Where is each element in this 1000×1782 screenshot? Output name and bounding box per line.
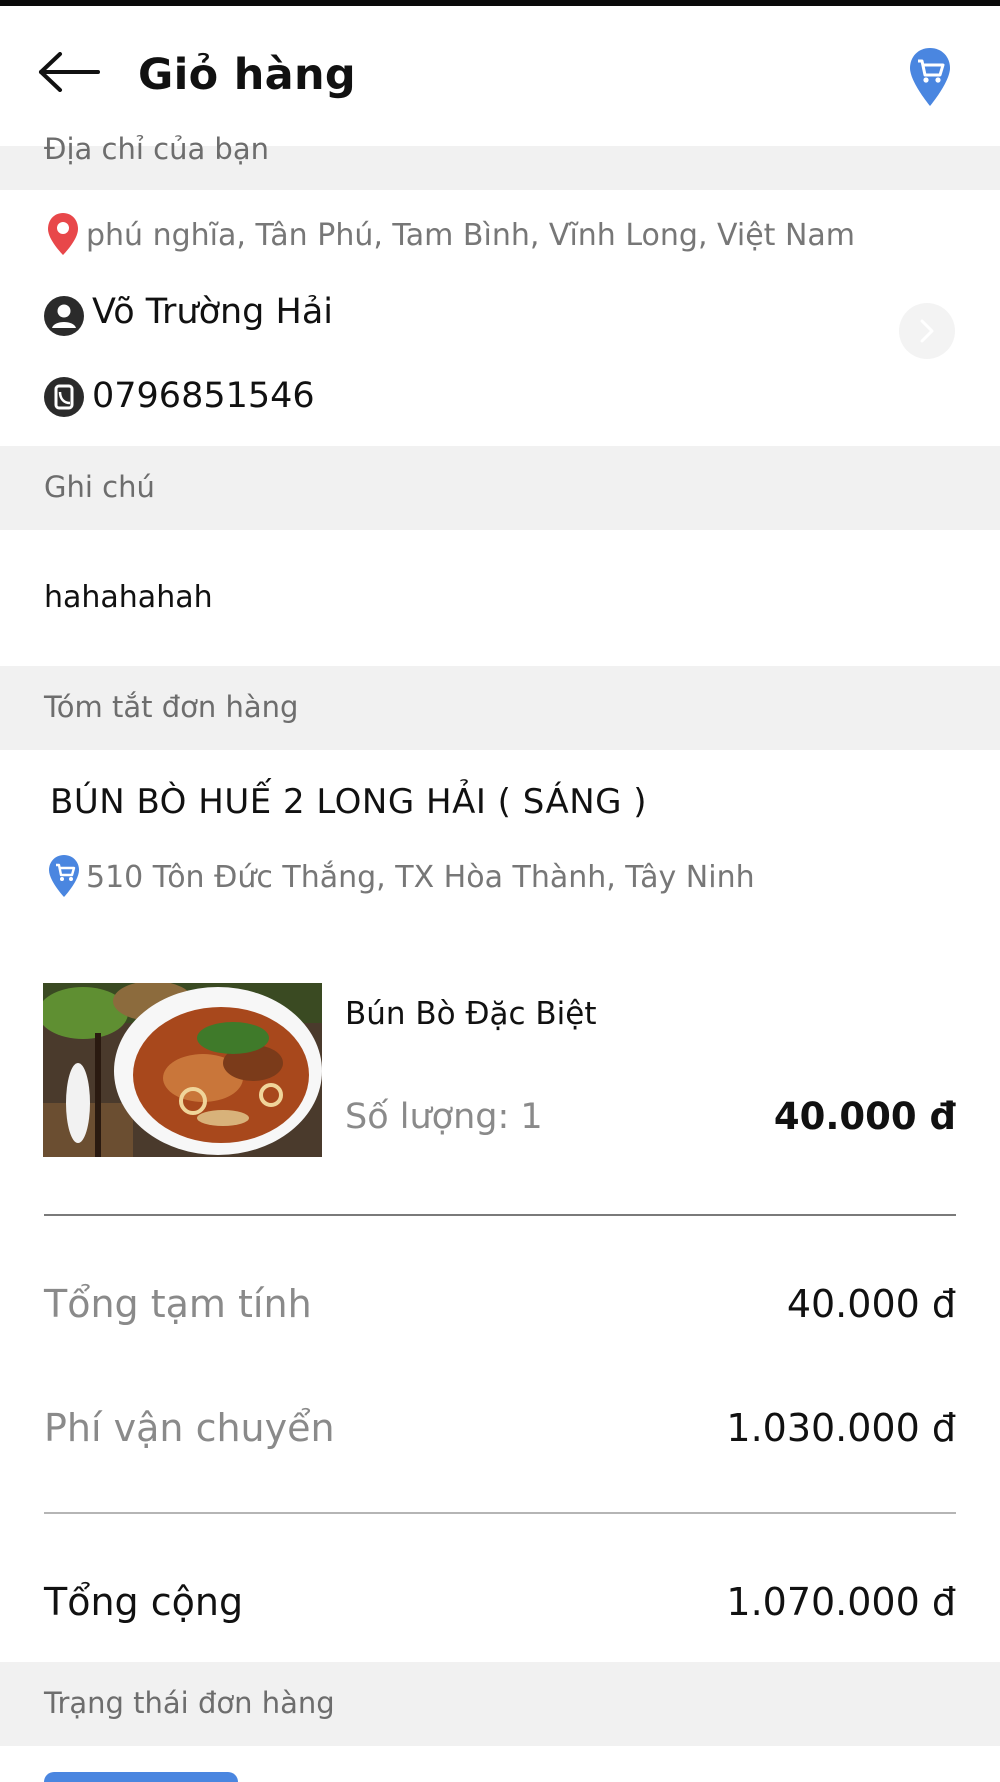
total-value: 1.070.000 đ [726, 1580, 956, 1624]
summary-section-label: Tóm tắt đơn hàng [44, 690, 299, 724]
shop-name: BÚN BÒ HUẾ 2 LONG HẢI ( SÁNG ) [50, 782, 648, 822]
item-price: 40.000 đ [773, 1095, 956, 1138]
arrow-left-icon[interactable] [38, 52, 100, 92]
user-icon [44, 296, 84, 336]
address-section-header: Địa chỉ của bạn [0, 132, 1000, 190]
divider [44, 1512, 956, 1514]
location-pin-icon [48, 213, 78, 255]
food-image [43, 983, 322, 1157]
chevron-right-button[interactable] [899, 303, 955, 359]
item-name: Bún Bò Đặc Biệt [345, 996, 597, 1032]
chevron-right-icon [920, 319, 934, 343]
summary-block: BÚN BÒ HUẾ 2 LONG HẢI ( SÁNG ) 510 Tôn Đ… [0, 750, 1000, 1662]
address-section-label: Địa chỉ của bạn [44, 132, 269, 166]
page-title: Giỏ hàng [138, 50, 356, 100]
status-button[interactable] [44, 1772, 238, 1782]
customer-phone: 0796851546 [92, 376, 315, 416]
address-card[interactable]: phú nghĩa, Tân Phú, Tam Bình, Vĩnh Long,… [0, 190, 1000, 446]
note-section-header: Ghi chú [0, 446, 1000, 530]
subtotal-value: 40.000 đ [786, 1282, 956, 1326]
shipping-value: 1.030.000 đ [726, 1406, 956, 1450]
delivery-address: phú nghĩa, Tân Phú, Tam Bình, Vĩnh Long,… [86, 218, 856, 253]
customer-name: Võ Trường Hải [92, 292, 334, 332]
subtotal-label: Tổng tạm tính [44, 1282, 312, 1326]
shop-address: 510 Tôn Đức Thắng, TX Hòa Thành, Tây Nin… [86, 860, 755, 895]
note-section-label: Ghi chú [44, 470, 155, 504]
item-quantity: Số lượng: 1 [345, 1097, 543, 1137]
shipping-label: Phí vận chuyển [44, 1406, 335, 1450]
app-header: Giỏ hàng [0, 6, 1000, 146]
shop-pin-icon [49, 855, 79, 897]
phone-icon [44, 377, 84, 417]
divider [44, 1214, 956, 1216]
total-label: Tổng cộng [44, 1580, 244, 1624]
status-section-header: Trạng thái đơn hàng [0, 1662, 1000, 1746]
note-text[interactable]: hahahahah [44, 580, 213, 615]
cart-pin-icon[interactable] [908, 46, 952, 108]
summary-section-header: Tóm tắt đơn hàng [0, 666, 1000, 750]
note-block[interactable]: hahahahah [0, 530, 1000, 666]
status-section-label: Trạng thái đơn hàng [44, 1686, 335, 1720]
